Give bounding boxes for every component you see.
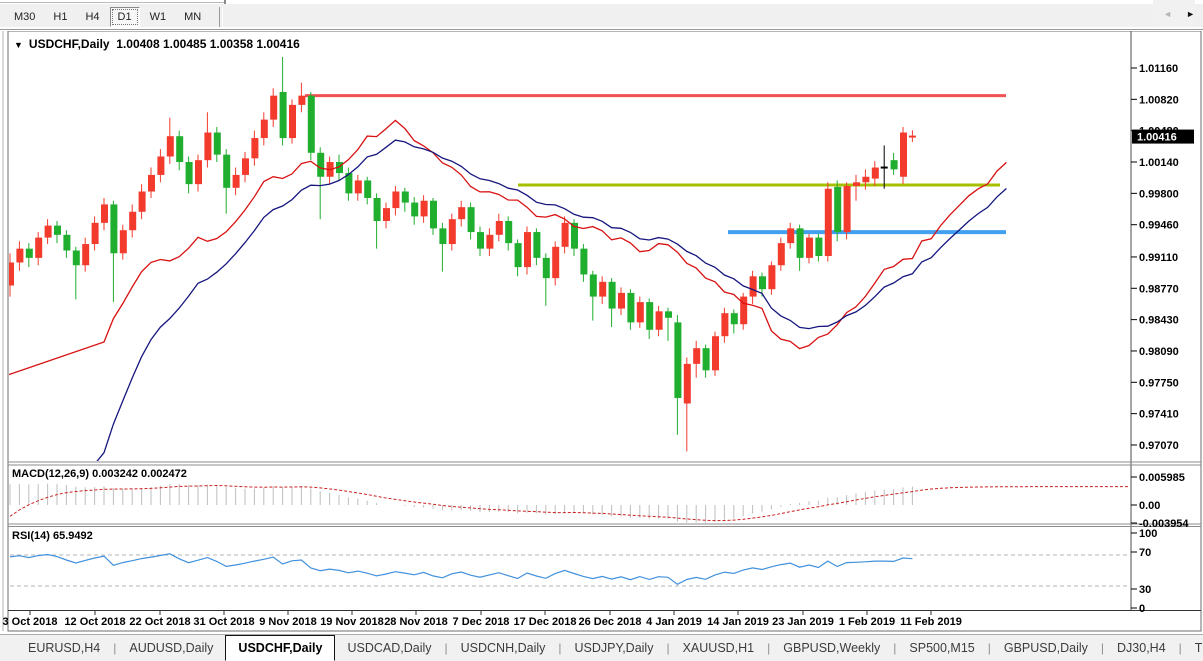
svg-text:19 Nov 2018: 19 Nov 2018 bbox=[320, 616, 384, 628]
timeframe-button-h4[interactable]: H4 bbox=[77, 7, 107, 27]
toolbar-separator bbox=[219, 7, 223, 27]
svg-text:100: 100 bbox=[1139, 528, 1157, 540]
svg-text:0.005985: 0.005985 bbox=[1139, 472, 1185, 484]
svg-text:9 Nov 2018: 9 Nov 2018 bbox=[259, 616, 316, 628]
svg-text:31 Oct 2018: 31 Oct 2018 bbox=[193, 616, 254, 628]
svg-text:12 Oct 2018: 12 Oct 2018 bbox=[64, 616, 125, 628]
svg-text:1.00820: 1.00820 bbox=[1139, 94, 1179, 106]
chart-window: 1.011601.008201.004801.001400.998000.994… bbox=[0, 31, 1203, 632]
tab-usdcad-daily[interactable]: USDCAD,Daily bbox=[335, 635, 443, 661]
tab-sp500-m15[interactable]: SP500,M15 bbox=[897, 635, 986, 661]
svg-text:0.97410: 0.97410 bbox=[1139, 409, 1179, 421]
svg-text:0.97070: 0.97070 bbox=[1139, 440, 1179, 452]
svg-text:17 Dec 2018: 17 Dec 2018 bbox=[514, 616, 577, 628]
symbol-tab-bar: EURUSD,H4|AUDUSD,DailyUSDCHF,DailyUSDCAD… bbox=[0, 634, 1203, 661]
svg-text:30: 30 bbox=[1139, 584, 1151, 596]
svg-text:0.99110: 0.99110 bbox=[1139, 252, 1178, 264]
svg-text:7 Dec 2018: 7 Dec 2018 bbox=[453, 616, 510, 628]
tab-gbpusd-weekly[interactable]: GBPUSD,Weekly bbox=[771, 635, 892, 661]
svg-text:11 Feb 2019: 11 Feb 2019 bbox=[900, 616, 962, 628]
macd-panel[interactable] bbox=[8, 466, 1131, 525]
svg-text:1.01160: 1.01160 bbox=[1139, 63, 1178, 75]
tab-usdcnh-daily[interactable]: USDCNH,Daily bbox=[449, 635, 558, 661]
svg-text:1 Feb 2019: 1 Feb 2019 bbox=[839, 616, 895, 628]
svg-text:0.98430: 0.98430 bbox=[1139, 315, 1179, 327]
svg-text:22 Oct 2018: 22 Oct 2018 bbox=[129, 616, 190, 628]
tab-audusd-daily[interactable]: AUDUSD,Daily bbox=[117, 635, 225, 661]
svg-text:28 Nov 2018: 28 Nov 2018 bbox=[384, 616, 448, 628]
svg-text:0.98090: 0.98090 bbox=[1139, 346, 1179, 358]
timeframe-button-m30[interactable]: M30 bbox=[6, 7, 43, 27]
svg-text:3 Oct 2018: 3 Oct 2018 bbox=[2, 616, 57, 628]
timeframe-button-d1[interactable]: D1 bbox=[110, 7, 140, 27]
timeframe-button-h1[interactable]: H1 bbox=[45, 7, 75, 27]
svg-text:23 Jan 2019: 23 Jan 2019 bbox=[772, 616, 834, 628]
toolbar-edge-line bbox=[0, 2, 224, 3]
tab-scroll-arrows: ◄ ► bbox=[1153, 0, 1195, 27]
main-chart-panel[interactable] bbox=[8, 31, 1131, 461]
tab-scroll-left-icon[interactable]: ◄ bbox=[1163, 9, 1172, 19]
timeframe-button-mn[interactable]: MN bbox=[176, 7, 209, 27]
svg-text:4 Jan 2019: 4 Jan 2019 bbox=[646, 616, 702, 628]
tab-dj30-h4[interactable]: DJ30,H4 bbox=[1105, 635, 1178, 661]
tab-usdchf-daily[interactable]: USDCHF,Daily bbox=[225, 635, 335, 661]
tab-tech100-h1[interactable]: TECH100,H1 bbox=[1183, 635, 1203, 661]
svg-text:14 Jan 2019: 14 Jan 2019 bbox=[707, 616, 769, 628]
svg-text:1.00140: 1.00140 bbox=[1139, 157, 1179, 169]
svg-text:0: 0 bbox=[1139, 603, 1145, 615]
tab-eurusd-h4[interactable]: EURUSD,H4 bbox=[16, 635, 112, 661]
tab-gbpusd-daily[interactable]: GBPUSD,Daily bbox=[992, 635, 1100, 661]
svg-text:26 Dec 2018: 26 Dec 2018 bbox=[579, 616, 642, 628]
tab-xauusd-h1[interactable]: XAUUSD,H1 bbox=[671, 635, 767, 661]
timeframe-toolbar: M30H1H4D1W1MN bbox=[0, 4, 1203, 30]
svg-text:0.98770: 0.98770 bbox=[1139, 283, 1179, 295]
svg-text:0.00: 0.00 bbox=[1139, 500, 1160, 512]
trading-app-window: M30H1H4D1W1MN 1.011601.008201.004801.001… bbox=[0, 0, 1203, 661]
tab-scroll-right-icon[interactable]: ► bbox=[1186, 9, 1195, 19]
svg-text:1.00416: 1.00416 bbox=[1137, 132, 1177, 144]
svg-text:0.97750: 0.97750 bbox=[1139, 377, 1179, 389]
tab-usdjpy-daily[interactable]: USDJPY,Daily bbox=[563, 635, 666, 661]
timeframe-button-w1[interactable]: W1 bbox=[142, 7, 175, 27]
svg-text:70: 70 bbox=[1139, 547, 1151, 559]
svg-text:0.99460: 0.99460 bbox=[1139, 220, 1179, 232]
svg-text:0.99800: 0.99800 bbox=[1139, 188, 1179, 200]
rsi-panel[interactable] bbox=[8, 527, 1131, 610]
